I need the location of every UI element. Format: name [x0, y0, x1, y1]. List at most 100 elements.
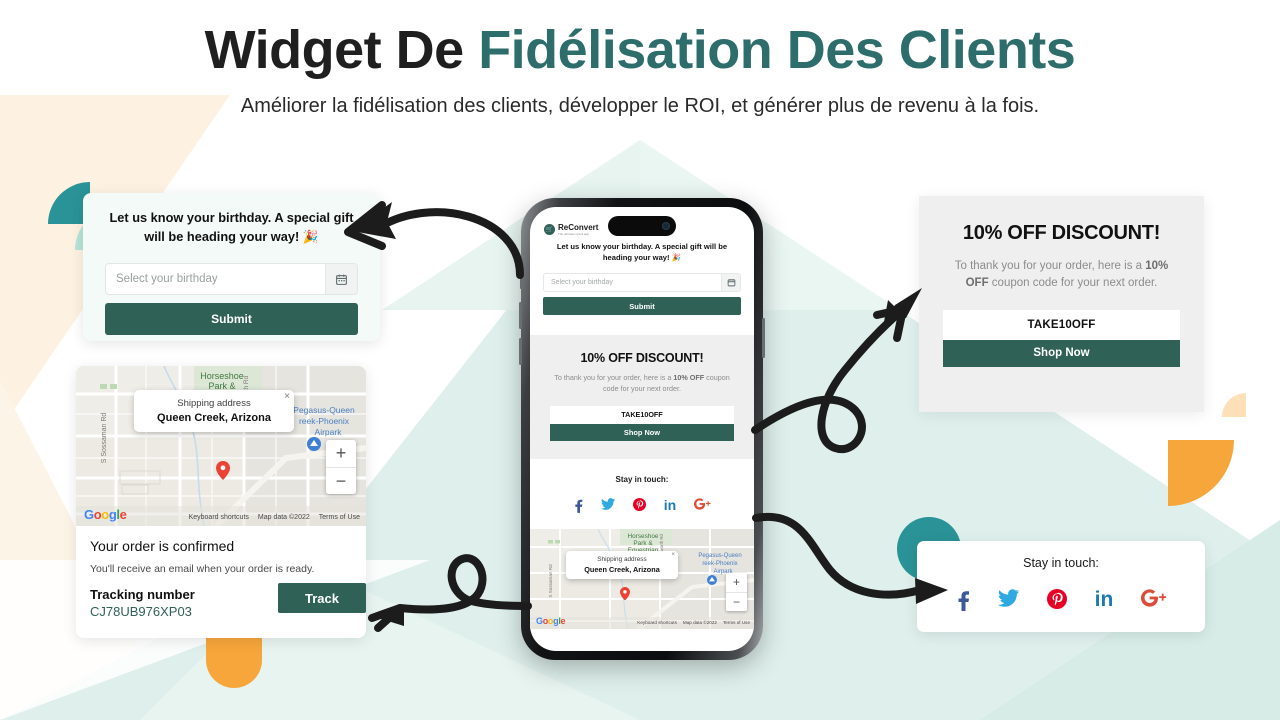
- order-confirmed-subtext: You'll receive an email when your order …: [90, 563, 315, 575]
- phone-map-data-credit: Map data ©2022: [682, 619, 717, 625]
- front-camera-icon: [662, 222, 670, 230]
- phone-google-logo: Google: [536, 615, 566, 626]
- phone-birthday-date-field[interactable]: Select your birthday: [543, 273, 741, 292]
- coupon-code[interactable]: TAKE10OFF: [943, 309, 1180, 340]
- facebook-icon[interactable]: [573, 498, 583, 515]
- pinterest-icon[interactable]: [632, 497, 646, 515]
- svg-text:Horseshoe: Horseshoe: [200, 371, 244, 381]
- phone-social-icon-row: in: [530, 497, 754, 515]
- map-zoom-in-button[interactable]: +: [326, 440, 356, 467]
- order-confirmed-heading: Your order is confirmed: [90, 538, 235, 554]
- phone-coupon-code[interactable]: TAKE10OFF: [550, 405, 734, 424]
- map-view[interactable]: Horseshoe Park & Equestrian Centre S Sos…: [76, 366, 366, 526]
- tracking-details: Your order is confirmed You'll receive a…: [76, 526, 366, 638]
- phone-map-terms-link[interactable]: Terms of Use: [723, 620, 750, 625]
- map-address-popup: × Shipping address Queen Creek, Arizona: [134, 390, 294, 432]
- order-tracking-card: Horseshoe Park & Equestrian Centre S Sos…: [76, 366, 366, 638]
- birthday-widget-card: Let us know your birthday. A special gif…: [83, 193, 380, 341]
- phone-power-button[interactable]: [762, 318, 765, 358]
- linkedin-icon[interactable]: in: [1095, 589, 1114, 615]
- map-popup-close-icon[interactable]: ×: [284, 392, 290, 402]
- map-popup-label: Shipping address: [177, 398, 251, 409]
- twitter-icon[interactable]: [600, 497, 615, 515]
- svg-text:S Sossaman Rd: S Sossaman Rd: [101, 413, 108, 464]
- reconvert-logo-tagline: The ultimate upsell app: [558, 232, 590, 236]
- reconvert-logo-text: ReConvert: [558, 223, 599, 232]
- reconvert-logo-mark: 🛒: [544, 224, 555, 235]
- map-zoom-out-button[interactable]: −: [326, 467, 356, 494]
- phone-birthday-input-placeholder[interactable]: Select your birthday: [544, 274, 721, 291]
- map-popup-value: Queen Creek, Arizona: [157, 412, 271, 424]
- phone-map-zoom-out-button[interactable]: −: [726, 591, 747, 611]
- map-keyboard-shortcuts[interactable]: Keyboard shortcuts: [189, 514, 249, 521]
- map-location-pin: [216, 461, 230, 480]
- phone-volume-down-button[interactable]: [519, 338, 522, 365]
- page-title-black: Widget De: [204, 20, 479, 80]
- linkedin-icon[interactable]: in: [664, 498, 676, 515]
- page-title-accent: Fidélisation Des Clients: [478, 20, 1076, 80]
- phone-discount-bold: 10% OFF: [673, 373, 705, 382]
- map-legal-footer: Keyboard shortcuts Map data ©2022 Terms …: [189, 514, 360, 521]
- svg-text:Airpark: Airpark: [315, 427, 343, 437]
- social-title: Stay in touch:: [1023, 556, 1099, 570]
- phone-birthday-message: Let us know your birthday. A special gif…: [556, 242, 728, 262]
- phone-map-view[interactable]: Horseshoe Park & Equestrian Centre S Sos…: [530, 528, 754, 629]
- calendar-icon[interactable]: [721, 274, 740, 291]
- page-header: Widget De Fidélisation Des Clients Améli…: [0, 0, 1280, 118]
- reconvert-logo: 🛒 ReConvert The ultimate upsell app: [544, 223, 598, 236]
- map-terms-link[interactable]: Terms of Use: [319, 514, 360, 521]
- pinterest-icon[interactable]: [1046, 589, 1067, 615]
- facebook-icon[interactable]: [955, 589, 970, 615]
- phone-social-title: Stay in touch:: [615, 474, 669, 484]
- calendar-icon[interactable]: [325, 264, 357, 295]
- page-title: Widget De Fidélisation Des Clients: [0, 22, 1280, 79]
- birthday-message: Let us know your birthday. A special gif…: [109, 210, 354, 244]
- cart-icon: 🛒: [545, 227, 554, 233]
- googleplus-icon[interactable]: [1141, 589, 1167, 615]
- birthday-submit-button[interactable]: Submit: [105, 303, 358, 336]
- googleplus-icon[interactable]: [694, 497, 711, 515]
- phone-shop-now-button[interactable]: Shop Now: [550, 423, 734, 441]
- svg-text:S Sossaman Rd: S Sossaman Rd: [548, 564, 553, 598]
- svg-text:Park &: Park &: [633, 540, 653, 547]
- discount-body: To thank you for your order, here is a 1…: [943, 258, 1180, 293]
- birthday-input-placeholder[interactable]: Select your birthday: [106, 264, 325, 294]
- social-icon-row: in: [917, 589, 1205, 615]
- svg-text:reek-Phoenix: reek-Phoenix: [702, 561, 737, 567]
- phone-birthday-section: Let us know your birthday. A special gif…: [530, 241, 754, 315]
- svg-text:reek-Phoenix: reek-Phoenix: [299, 416, 350, 426]
- phone-screen: 🛒 ReConvert The ultimate upsell app Let …: [530, 207, 754, 651]
- phone-map-zoom-controls[interactable]: + −: [726, 572, 747, 611]
- phone-map-address-popup: × Shipping address Queen Creek, Arizona: [566, 550, 678, 579]
- phone-map-keyboard-shortcuts[interactable]: Keyboard shortcuts: [637, 620, 677, 625]
- phone-discount-part1: To thank you for your order, here is a: [554, 373, 674, 382]
- decor-half-circle-orange: [206, 632, 262, 688]
- birthday-date-field[interactable]: Select your birthday: [105, 263, 358, 296]
- phone-mockup: 🛒 ReConvert The ultimate upsell app Let …: [519, 198, 765, 660]
- phone-map-popup-label: Shipping address: [597, 555, 647, 563]
- page-subtitle: Améliorer la fidélisation des clients, d…: [240, 94, 1040, 117]
- phone-map-popup-close-icon[interactable]: ×: [671, 552, 675, 558]
- phone-map-popup-value: Queen Creek, Arizona: [584, 564, 660, 574]
- track-button[interactable]: Track: [278, 583, 366, 613]
- phone-volume-up-button[interactable]: [519, 302, 522, 329]
- phone-discount-section: 10% OFF DISCOUNT! To thank you for your …: [530, 335, 754, 459]
- discount-title: 10% OFF DISCOUNT!: [962, 222, 1161, 244]
- google-logo: Google: [84, 507, 127, 522]
- twitter-icon[interactable]: [997, 589, 1019, 615]
- discount-body-part1: To thank you for your order, here is a: [954, 260, 1146, 272]
- phone-discount-body: To thank you for your order, here is a 1…: [550, 373, 734, 395]
- social-widget-card: Stay in touch: in: [917, 541, 1205, 632]
- phone-map-zoom-in-button[interactable]: +: [726, 572, 747, 592]
- phone-birthday-submit-button[interactable]: Submit: [543, 297, 741, 315]
- shop-now-button[interactable]: Shop Now: [943, 339, 1180, 367]
- dynamic-island: [608, 216, 676, 236]
- phone-discount-title: 10% OFF DISCOUNT!: [580, 351, 704, 365]
- map-data-credit: Map data ©2022: [257, 514, 310, 521]
- map-zoom-controls[interactable]: + −: [326, 440, 356, 494]
- phone-map-legal-footer: Keyboard shortcuts Map data ©2022 Terms …: [637, 620, 750, 625]
- svg-text:Pegasus-Queen: Pegasus-Queen: [698, 553, 741, 559]
- phone-silent-switch[interactable]: [519, 274, 522, 289]
- discount-body-part2: coupon code for your next order.: [988, 277, 1158, 290]
- phone-map-location-pin: [620, 586, 630, 601]
